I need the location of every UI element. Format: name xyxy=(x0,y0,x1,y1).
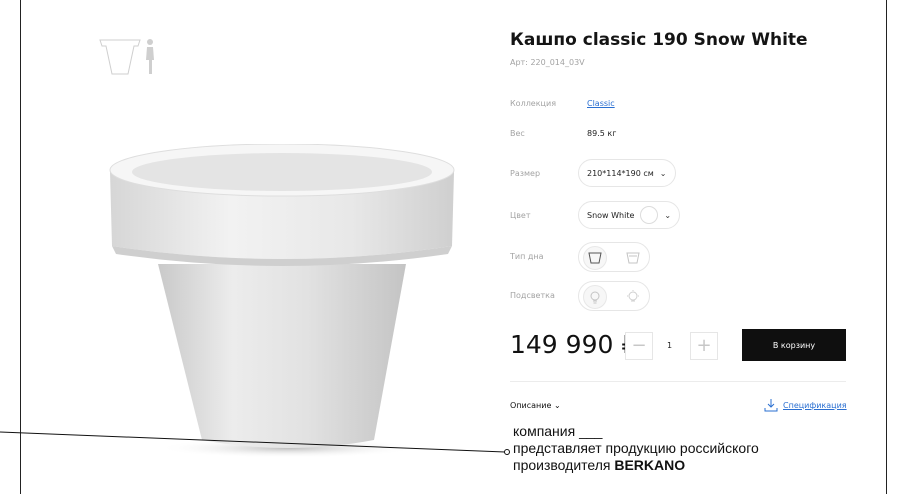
collection-link[interactable]: Classic xyxy=(587,99,615,108)
chevron-down-icon: ⌄ xyxy=(664,210,672,220)
color-select[interactable]: Snow White ⌄ xyxy=(578,201,681,229)
chevron-down-icon: ⌄ xyxy=(659,168,667,178)
open-bottom-icon[interactable] xyxy=(583,246,607,270)
quantity-value[interactable]: 1 xyxy=(667,341,672,350)
size-select[interactable]: 210*114*190 см ⌄ xyxy=(578,159,676,187)
product-article: Арт: 220_014_03V xyxy=(510,58,585,67)
callout-line-3-prefix: производителя xyxy=(513,457,615,473)
bulb-on-icon[interactable] xyxy=(621,285,645,309)
quantity-decrement-button[interactable]: − xyxy=(625,332,653,360)
section-divider xyxy=(510,381,846,382)
chevron-down-icon: ⌄ xyxy=(553,401,561,410)
callout-line-3: производителя BERKANO xyxy=(513,457,873,474)
specification-link-label: Спецификация xyxy=(783,400,847,410)
callout-line-1: компания ___ xyxy=(513,423,603,439)
collection-label: Коллекция xyxy=(510,99,557,108)
product-image-pot xyxy=(109,144,455,458)
callout-text: компания ___ представляет продукцию росс… xyxy=(513,423,873,474)
product-title: Кашпо classic 190 Snow White xyxy=(510,30,808,50)
add-to-cart-button[interactable]: В корзину xyxy=(742,329,846,361)
product-price: 149 990 ₽ xyxy=(510,330,638,359)
bottom-type-switch xyxy=(578,242,650,272)
frame-border-left xyxy=(20,0,21,494)
color-select-value: Snow White xyxy=(587,210,635,220)
size-label: Размер xyxy=(510,169,541,178)
weight-value: 89.5 кг xyxy=(587,129,617,138)
quantity-increment-button[interactable]: + xyxy=(690,332,718,360)
bottom-type-label: Тип дна xyxy=(510,252,544,261)
color-swatch xyxy=(640,206,659,224)
lighting-switch xyxy=(578,281,650,311)
callout-line-2: представляет продукцию российского xyxy=(513,440,759,456)
description-toggle-label: Описание xyxy=(510,401,552,410)
download-icon xyxy=(764,399,778,412)
color-label: Цвет xyxy=(510,211,531,220)
bulb-off-icon[interactable] xyxy=(583,285,607,309)
specification-link[interactable]: Спецификация xyxy=(764,398,847,412)
drainage-bottom-icon[interactable] xyxy=(621,246,645,270)
weight-label: Вес xyxy=(510,129,525,138)
size-reference-icon xyxy=(99,39,154,75)
product-gallery xyxy=(22,0,486,494)
lighting-label: Подсветка xyxy=(510,291,555,300)
frame-border-right xyxy=(886,0,887,494)
callout-brand: BERKANO xyxy=(614,457,686,473)
description-toggle[interactable]: Описание ⌄ xyxy=(510,401,561,410)
size-select-value: 210*114*190 см xyxy=(587,168,654,178)
